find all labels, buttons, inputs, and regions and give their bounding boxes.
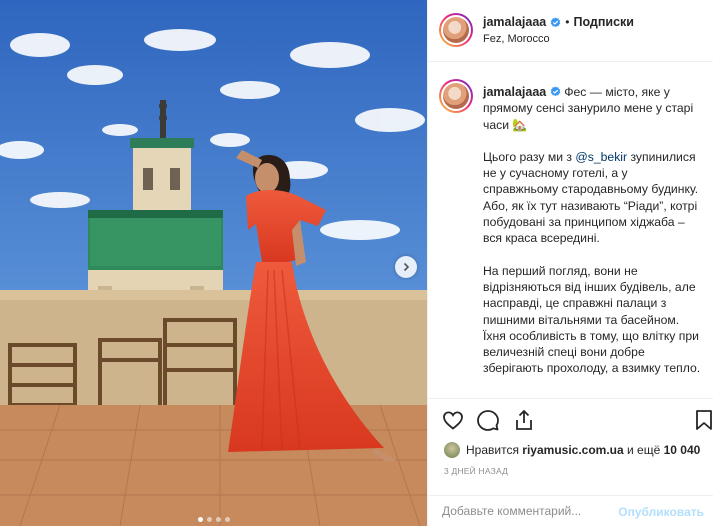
carousel-indicator (0, 517, 427, 522)
post-timestamp[interactable]: 3 дней назад (444, 466, 508, 476)
carousel-dot (197, 517, 203, 522)
following-button[interactable]: Подписки (573, 15, 634, 29)
chevron-right-icon (403, 262, 410, 272)
publish-button[interactable]: Опубликовать (618, 505, 704, 519)
fez-rooftop-photo (0, 0, 427, 526)
comment-bubble-icon (477, 410, 499, 431)
like-button[interactable] (441, 408, 465, 432)
heart-icon (443, 411, 463, 430)
avatar[interactable] (439, 13, 473, 47)
likes-count[interactable]: 10 040 (664, 443, 701, 457)
caption-text: jamalajaaa Фес — місто, яке у прямому се… (483, 84, 705, 393)
separator: • (565, 15, 570, 29)
avatar (444, 442, 460, 458)
username-link[interactable]: jamalajaaa (483, 15, 546, 29)
next-photo-button[interactable] (395, 256, 417, 278)
comment-bar: Опубликовать (428, 495, 713, 526)
location-link[interactable]: Fez, Morocco (483, 33, 550, 45)
verified-badge-icon (550, 86, 561, 97)
avatar[interactable] (439, 79, 473, 113)
verified-badge-icon (550, 16, 561, 28)
header-user-row: jamalajaaa • Подписки (483, 15, 634, 29)
likes-middle: и ещё (623, 443, 664, 457)
caption-text-part: На перший погляд, вони не відрізняються … (483, 263, 701, 376)
carousel-dot (206, 517, 212, 522)
caption-area: jamalajaaa Фес — місто, яке у прямому се… (428, 62, 713, 398)
share-button[interactable] (512, 408, 536, 432)
actions-area: Нравится riyamusic.com.ua и ещё 10 040 3… (428, 398, 713, 526)
post-sidebar: jamalajaaa • Подписки Fez, Morocco jamal… (427, 0, 713, 526)
share-icon (516, 410, 532, 430)
carousel-dot (224, 517, 230, 522)
caption-username-link[interactable]: jamalajaaa (483, 85, 546, 99)
caption-paragraph: На перший погляд, вони не відрізняються … (483, 263, 705, 377)
bookmark-icon (696, 410, 712, 430)
comment-button[interactable] (476, 408, 500, 432)
caption-text-part: Цього разу ми з (483, 149, 576, 164)
likes-summary[interactable]: Нравится riyamusic.com.ua и ещё 10 040 (444, 442, 700, 458)
post-photo[interactable] (0, 0, 427, 526)
carousel-dot (215, 517, 221, 522)
comment-input[interactable] (442, 504, 622, 518)
likes-prefix: Нравится (466, 443, 523, 457)
post-header: jamalajaaa • Подписки Fez, Morocco (428, 0, 713, 62)
liker-username-link[interactable]: riyamusic.com.ua (522, 443, 623, 457)
caption-paragraph: Цього разу ми з @s_bekir зупинилися не у… (483, 149, 705, 247)
save-button[interactable] (694, 408, 713, 432)
caption-paragraph: jamalajaaa Фес — місто, яке у прямому се… (483, 84, 705, 133)
mention-link[interactable]: @s_bekir (575, 150, 627, 164)
caption-text-part: зупинилися не у сучасному готелі, а у сп… (483, 149, 699, 246)
